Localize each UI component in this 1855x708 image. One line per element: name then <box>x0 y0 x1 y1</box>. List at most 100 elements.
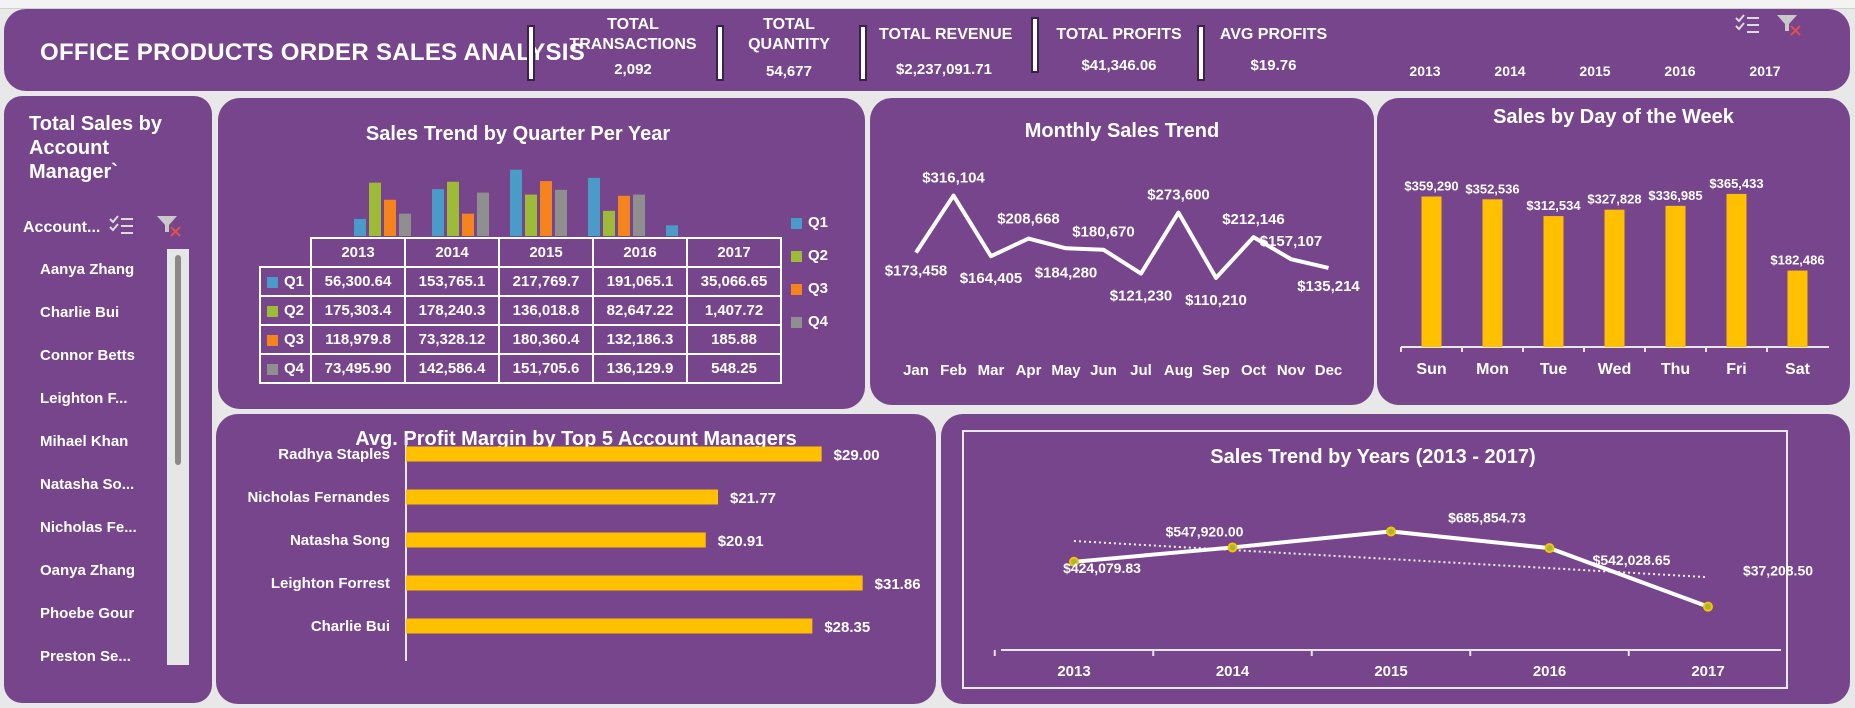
quarter-bar <box>633 194 645 236</box>
legend-item-q2: Q2 <box>791 247 828 264</box>
weekday-chart-panel: Sales by Day of the Week $359,290 Sun $352… <box>1377 98 1850 405</box>
year-slicer-2017[interactable]: 2017 <box>1730 63 1800 79</box>
profit-margin-bar-chart: $29.00 Radhya Staples $21.77 Nicholas Ferna… <box>247 436 921 661</box>
slicer-item[interactable]: Charlie Bui <box>40 304 119 321</box>
slicer-item[interactable]: Preston Se... <box>40 648 131 665</box>
axis-tick-label: Fri <box>1726 361 1746 378</box>
years-chart-panel: Sales Trend by Years (2013 - 2017) $424,… <box>941 414 1850 704</box>
axis-tick-label: Feb <box>940 362 967 379</box>
slicer-item[interactable]: Phoebe Gour <box>40 605 134 622</box>
slicer-item[interactable]: Natasha So... <box>40 476 134 493</box>
profit-margin-bar <box>406 446 822 462</box>
quarter-bar <box>354 218 366 236</box>
year-slicer-2015[interactable]: 2015 <box>1560 63 1630 79</box>
quarter-bar <box>666 225 678 236</box>
profit-margin-panel: Avg. Profit Margin by Top 5 Account Mana… <box>216 414 936 704</box>
scrollbar-thumb[interactable] <box>175 255 181 465</box>
kpi-transactions-value: 2,092 <box>614 61 652 78</box>
data-label: $110,210 <box>1185 292 1247 309</box>
excel-gridline-strip <box>0 0 1855 9</box>
axis-tick-label: Oct <box>1241 362 1266 379</box>
quarter-bar <box>555 189 567 236</box>
data-label: $164,405 <box>960 270 1023 287</box>
axis-tick-label: Thu <box>1661 361 1690 378</box>
data-label: $365,433 <box>1709 176 1763 191</box>
kpi-revenue-label: TOTAL REVENUE <box>879 26 1013 43</box>
axis-tick-label: Aug <box>1164 362 1193 379</box>
clear-filter-icon[interactable] <box>156 214 182 238</box>
clear-filter-icon[interactable] <box>1776 13 1802 37</box>
data-label: $157,107 <box>1260 233 1323 250</box>
table-year-header: 2015 <box>498 237 595 268</box>
axis-tick-label: Natasha Song <box>290 532 390 549</box>
data-label: $182,486 <box>1770 253 1824 268</box>
kpi-quantity-label: TOTAL QUANTITY <box>748 16 830 53</box>
year-slicer-2016[interactable]: 2016 <box>1645 63 1715 79</box>
weekday-bar <box>1726 193 1747 347</box>
quarter-bar <box>588 177 600 236</box>
table-year-header: 2017 <box>686 237 783 268</box>
weekday-bar <box>1482 199 1503 347</box>
axis-tick-label: Mar <box>978 362 1005 379</box>
axis-tick-label: Tue <box>1540 361 1567 378</box>
data-label: $121,230 <box>1110 288 1173 305</box>
axis-tick-label: Leighton Forrest <box>271 575 390 592</box>
data-label: $359,290 <box>1404 178 1458 193</box>
table-row: Q3 118,979.8 73,328.12 180,360.4 132,186… <box>258 324 783 355</box>
slicer-item[interactable]: Aanya Zhang <box>40 261 134 278</box>
slicer-item[interactable]: Mihael Khan <box>40 433 128 450</box>
weekday-bar <box>1787 270 1808 347</box>
data-label: $542,028.65 <box>1593 552 1671 568</box>
axis-tick-label: Sat <box>1785 361 1811 378</box>
axis-tick-label: Charlie Bui <box>311 618 390 635</box>
data-label: $208,668 <box>997 211 1060 228</box>
panel-title: Total Sales by Account Manager` <box>29 113 163 183</box>
kpi-divider <box>859 25 867 81</box>
kpi-divider <box>1031 17 1039 73</box>
data-point <box>1386 526 1396 537</box>
quarter-chart-panel: Sales Trend by Quarter Per Year 2013 201… <box>218 98 865 409</box>
multiselect-icon[interactable] <box>108 214 134 236</box>
slicer-item[interactable]: Nicholas Fe... <box>40 519 137 536</box>
data-label: $28.35 <box>824 619 870 636</box>
quarter-bar <box>510 169 522 236</box>
kpi-divider <box>716 25 724 81</box>
table-row: Q1 56,300.64 153,765.1 217,769.7 191,065… <box>258 266 783 297</box>
header-panel: OFFICE PRODUCTS ORDER SALES ANALYSIS TOT… <box>4 9 1850 91</box>
years-sales-line <box>1073 529 1709 609</box>
kpi-transactions-label: TOTAL TRANSACTIONS <box>569 16 697 53</box>
year-slicer-2014[interactable]: 2014 <box>1475 63 1545 79</box>
data-label: $180,670 <box>1072 224 1135 241</box>
weekday-bar <box>1604 209 1625 347</box>
data-label: $316,104 <box>922 170 985 187</box>
data-label: $547,920.00 <box>1166 523 1244 539</box>
axis-tick-label: Nov <box>1277 362 1306 379</box>
axis-tick-label: Jul <box>1130 362 1152 379</box>
quarter-bar <box>384 199 396 236</box>
quarter-bar <box>369 182 381 236</box>
slicer-item[interactable]: Oanya Zhang <box>40 562 135 579</box>
quarter-bar <box>525 194 537 236</box>
weekday-bar <box>1543 216 1564 347</box>
data-point <box>1227 542 1238 553</box>
slicer-item[interactable]: Leighton F... <box>40 390 128 407</box>
monthly-chart-panel: Monthly Sales Trend $173,458 Jan $316,104 F… <box>870 98 1374 405</box>
axis-tick-label: Wed <box>1598 361 1631 378</box>
axis-tick-label: Dec <box>1315 362 1343 379</box>
year-slicer-2013[interactable]: 2013 <box>1390 63 1460 79</box>
profit-margin-bar <box>406 618 813 634</box>
axis-tick-label: Apr <box>1016 362 1042 379</box>
axis-tick-label: 2013 <box>1057 663 1090 680</box>
weekday-bar <box>1665 205 1686 347</box>
multiselect-icon[interactable] <box>1734 13 1760 35</box>
quarter-bar <box>618 195 630 236</box>
data-label: $20.91 <box>718 533 764 550</box>
data-point <box>1703 601 1713 612</box>
slicer-scrollbar[interactable] <box>167 249 189 665</box>
slicer-item[interactable]: Connor Betts <box>40 347 135 364</box>
data-label: $173,458 <box>885 263 948 280</box>
data-label: $184,280 <box>1035 264 1098 281</box>
axis-tick-label: 2017 <box>1691 663 1724 680</box>
legend-item-q1: Q1 <box>791 214 828 231</box>
quarter-bar <box>432 189 444 236</box>
